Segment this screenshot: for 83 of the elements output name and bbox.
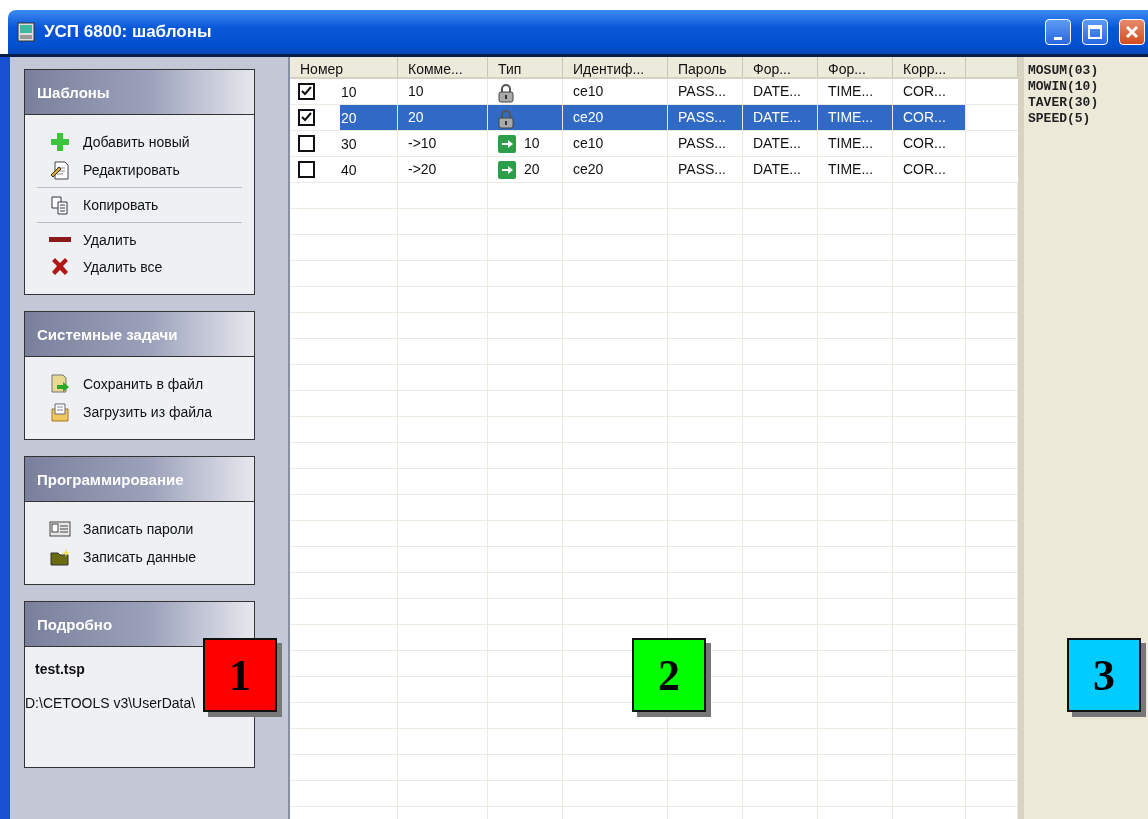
checkbox[interactable]	[298, 161, 315, 178]
task-link[interactable]: Редактировать	[37, 159, 242, 181]
close-icon	[1125, 25, 1139, 39]
table-row[interactable]: 30 ->10 10 ce10 PASS... DATE... TIME... COR...	[290, 131, 1018, 157]
cross-icon	[49, 256, 71, 278]
table-cell: 20	[408, 109, 424, 125]
table-cell: 10	[524, 135, 540, 151]
table-cell: PASS...	[678, 83, 726, 99]
file-path: D:\CETOOLS v3\UserData\	[25, 694, 197, 711]
table-cell: 30	[341, 135, 357, 152]
column-header[interactable]: Фор...	[818, 57, 893, 77]
table-cell: 20	[341, 109, 357, 126]
padlock-icon	[498, 83, 514, 103]
checkbox[interactable]	[298, 135, 315, 152]
list-item: MOWIN(10)	[1028, 79, 1100, 95]
table-cell: PASS...	[678, 109, 726, 125]
task-link[interactable]: Удалить все	[37, 256, 242, 278]
computer-icon	[16, 22, 36, 42]
table-cell: COR...	[903, 83, 946, 99]
table-cell: TIME...	[828, 135, 874, 151]
table-cell: ce20	[573, 161, 604, 177]
task-link[interactable]: Записать данные	[37, 546, 242, 568]
table-row[interactable]: 20 20 ce20 PASS... DATE... TIME... COR...	[290, 105, 1018, 131]
checkbox[interactable]	[298, 109, 315, 126]
table-cell: 20	[524, 161, 540, 177]
file-name: test.tsp	[35, 661, 85, 677]
task-link[interactable]: Записать пароли	[37, 518, 242, 540]
table-cell: DATE...	[753, 109, 801, 125]
padlock-icon	[498, 109, 514, 129]
column-header[interactable]: Комме...	[398, 57, 488, 77]
maximize-button[interactable]	[1082, 19, 1108, 45]
document-pencil-icon	[49, 159, 71, 181]
minimize-icon	[1054, 36, 1062, 40]
table-cell: 40	[341, 161, 357, 178]
column-header[interactable]: Тип	[488, 57, 563, 77]
column-header[interactable]: Фор...	[743, 57, 818, 77]
task-link[interactable]: Добавить новый	[37, 131, 242, 153]
table-cell: TIME...	[828, 161, 874, 177]
task-link[interactable]: Загрузить из файла	[37, 401, 242, 423]
task-link[interactable]: Удалить	[37, 229, 242, 250]
list-item: SPEED(5)	[1028, 111, 1092, 127]
close-button[interactable]	[1119, 19, 1145, 45]
minimize-button[interactable]	[1045, 19, 1071, 45]
maximize-icon	[1088, 25, 1102, 39]
table-cell: ce10	[573, 83, 604, 99]
document-stack-icon	[49, 401, 71, 423]
panel-header: Шаблоны	[25, 70, 254, 115]
column-header[interactable]: Корр...	[893, 57, 966, 77]
list-item: MOSUM(03)	[1028, 63, 1100, 79]
table-cell: 10	[341, 83, 357, 100]
checkbox[interactable]	[298, 83, 315, 100]
table-cell: ce20	[573, 109, 604, 125]
table-cell: 10	[408, 83, 424, 99]
table-cell: ->10	[408, 135, 437, 151]
task-link[interactable]: Копировать	[37, 194, 242, 216]
document-arrow-icon	[49, 373, 71, 395]
table-cell: COR...	[903, 109, 946, 125]
minus-icon	[49, 237, 71, 242]
table-cell: PASS...	[678, 135, 726, 151]
table-cell: COR...	[903, 161, 946, 177]
list-item: TAVER(30)	[1028, 95, 1100, 111]
table-cell: ce10	[573, 135, 604, 151]
panel-header: Системные задачи	[25, 312, 254, 357]
table-cell: TIME...	[828, 83, 874, 99]
column-header[interactable]: Пароль	[668, 57, 743, 77]
task-link[interactable]: Сохранить в файл	[37, 373, 242, 395]
table-cell: DATE...	[753, 135, 801, 151]
table-cell: COR...	[903, 135, 946, 151]
table-cell: DATE...	[753, 83, 801, 99]
id-card-icon	[49, 518, 71, 540]
window-title: УСП 6800: шаблоны	[44, 22, 213, 42]
table-cell: ->20	[408, 161, 437, 177]
plus-icon	[49, 131, 71, 153]
table-cell: TIME...	[828, 109, 874, 125]
copy-icon	[49, 194, 71, 216]
table-cell: DATE...	[753, 161, 801, 177]
table-cell: PASS...	[678, 161, 726, 177]
table-row[interactable]: 40 ->20 20 ce20 PASS... DATE... TIME... COR...	[290, 157, 1018, 183]
column-header[interactable]: Идентиф...	[563, 57, 668, 77]
panel-header: Подробно	[25, 602, 254, 647]
table-row[interactable]: 10 10 ce10 PASS... DATE... TIME... COR...	[290, 79, 1018, 105]
panel-header: Программирование	[25, 457, 254, 502]
column-header[interactable]: Номер	[290, 57, 398, 77]
